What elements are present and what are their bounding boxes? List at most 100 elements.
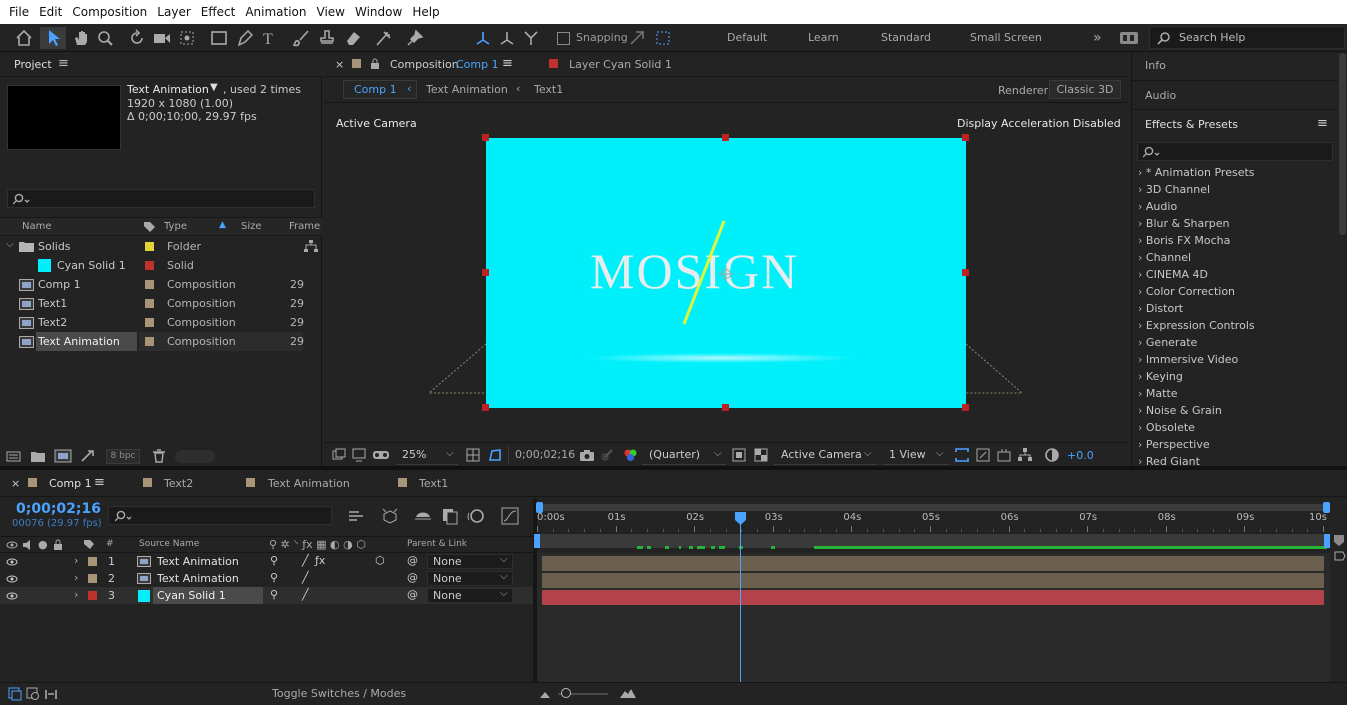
layer-source-name[interactable]: Text Animation <box>157 555 239 568</box>
effect-category-item[interactable]: › Immersive Video <box>1138 351 1238 368</box>
current-time-indicator[interactable] <box>735 512 746 526</box>
rotate-tool-icon[interactable] <box>128 29 146 47</box>
anchor-point-icon[interactable] <box>718 266 734 282</box>
brush-tool-icon[interactable] <box>292 29 310 47</box>
mask-visibility-icon[interactable] <box>488 448 502 462</box>
effect-category-item[interactable]: › Expression Controls <box>1138 317 1255 334</box>
effect-category-item[interactable]: › Color Correction <box>1138 283 1235 300</box>
eraser-tool-icon[interactable] <box>344 29 362 47</box>
expand-arrow-icon[interactable]: ⌵ <box>6 239 14 250</box>
show-snapshot-icon[interactable] <box>601 448 615 462</box>
menu-edit[interactable]: Edit <box>34 0 67 24</box>
label-tag-icon[interactable] <box>143 221 156 233</box>
adjust-project-settings-icon[interactable] <box>80 449 96 463</box>
handle-top-right[interactable] <box>962 134 969 141</box>
always-preview-icon[interactable] <box>332 448 346 462</box>
column-type[interactable]: Type <box>164 221 187 232</box>
resolution-dropdown[interactable]: (Quarter) ⌵ <box>642 446 726 465</box>
comp-flowchart-icon[interactable] <box>997 448 1011 462</box>
expand-arrow-icon[interactable]: › <box>1138 234 1146 247</box>
interpret-footage-icon[interactable] <box>6 450 22 463</box>
effect-category-item[interactable]: › Red Giant <box>1138 453 1200 470</box>
effect-category-item[interactable]: › Distort <box>1138 300 1183 317</box>
layer-row-3[interactable]: › 3 Cyan Solid 1 ⚲ ╱ @ None ⌵ <box>0 587 533 604</box>
label-color-swatch[interactable] <box>145 299 154 308</box>
column-size[interactable]: Size <box>241 221 262 232</box>
view-axis-mode-icon[interactable] <box>522 29 540 47</box>
solo-icon[interactable]: ● <box>38 538 48 551</box>
world-axis-mode-icon[interactable] <box>498 29 516 47</box>
effect-category-item[interactable]: › Perspective <box>1138 436 1210 453</box>
zoom-out-mountain-icon[interactable] <box>540 689 550 699</box>
panel-menu-icon[interactable]: ≡ <box>58 56 69 71</box>
parent-dropdown[interactable]: None ⌵ <box>427 554 513 569</box>
snapshot-camera-icon[interactable] <box>579 448 595 462</box>
parent-dropdown[interactable]: None ⌵ <box>427 588 513 603</box>
shy-switch-icon[interactable]: ⚲ <box>270 571 278 584</box>
flowchart-icon[interactable] <box>304 240 318 253</box>
project-tab[interactable]: Project <box>14 58 52 71</box>
comp-marker-bin-icon[interactable] <box>1332 534 1347 562</box>
expand-arrow-icon[interactable]: › <box>1138 353 1146 366</box>
comp-mini-flowchart-icon[interactable] <box>347 508 365 524</box>
layer-bar-1[interactable] <box>542 556 1324 571</box>
effects-search-field[interactable] <box>1137 142 1333 161</box>
toggle-switches-modes-button[interactable]: Toggle Switches / Modes <box>272 687 406 700</box>
monitor-icon[interactable] <box>352 448 366 462</box>
flowchart-icon[interactable] <box>1018 448 1032 462</box>
timeline-tab-text1[interactable]: Text1 <box>419 477 448 490</box>
view-camera-dropdown[interactable]: Active Camera ⌵ <box>774 446 877 465</box>
expand-arrow-icon[interactable]: › <box>74 554 78 567</box>
color-channels-icon[interactable] <box>623 448 637 462</box>
search-help-field[interactable]: Search Help <box>1149 26 1345 49</box>
pen-tool-icon[interactable] <box>236 29 254 47</box>
panel-menu-icon[interactable]: ≡ <box>1317 116 1328 131</box>
snap-features-icon[interactable] <box>654 29 672 47</box>
timeline-search-field[interactable] <box>108 506 332 525</box>
expand-arrow-icon[interactable]: › <box>1138 387 1146 400</box>
handle-top-left[interactable] <box>482 134 489 141</box>
new-composition-icon[interactable] <box>54 449 72 463</box>
lock-icon[interactable] <box>53 539 63 551</box>
menu-composition[interactable]: Composition <box>67 0 152 24</box>
info-tab[interactable]: Info <box>1145 59 1166 72</box>
menu-layer[interactable]: Layer <box>152 0 195 24</box>
expand-arrow-icon[interactable]: › <box>1138 268 1146 281</box>
rectangle-tool-icon[interactable] <box>210 29 228 47</box>
label-color-swatch[interactable] <box>145 261 154 270</box>
menu-window[interactable]: Window <box>350 0 407 24</box>
pickwhip-icon[interactable]: @ <box>407 571 418 584</box>
project-item-text2[interactable]: Text2 Composition 29 <box>0 313 322 332</box>
roto-brush-tool-icon[interactable] <box>374 29 394 47</box>
handle-bottom-mid[interactable] <box>722 404 729 411</box>
panel-menu-icon[interactable]: ≡ <box>94 475 105 490</box>
effects-presets-tab[interactable]: Effects & Presets <box>1145 118 1238 131</box>
new-folder-icon[interactable] <box>30 450 46 463</box>
eye-icon[interactable] <box>6 540 18 550</box>
expand-arrow-icon[interactable]: › <box>1138 404 1146 417</box>
expand-arrow-icon[interactable]: › <box>1138 251 1146 264</box>
audio-panel-header[interactable]: Audio <box>1132 82 1338 110</box>
project-item-solids[interactable]: ⌵ Solids Folder <box>0 237 322 256</box>
sync-settings-icon[interactable] <box>1119 31 1139 45</box>
label-color-swatch[interactable] <box>88 557 97 566</box>
exposure-value[interactable]: +0.0 <box>1067 449 1094 462</box>
effect-category-item[interactable]: › Noise & Grain <box>1138 402 1222 419</box>
audio-speaker-icon[interactable] <box>22 539 34 551</box>
label-color-swatch[interactable] <box>145 337 154 346</box>
expand-arrow-icon[interactable]: › <box>1138 455 1146 468</box>
work-area-bar[interactable] <box>537 504 1330 511</box>
menu-animation[interactable]: Animation <box>240 0 311 24</box>
expand-arrow-icon[interactable]: › <box>1138 285 1146 298</box>
effect-category-item[interactable]: › 3D Channel <box>1138 181 1210 198</box>
shy-switch-icon[interactable]: ⚲ <box>270 588 278 601</box>
effect-category-item[interactable]: › * Animation Presets <box>1138 164 1255 181</box>
project-item-text-animation[interactable]: Text Animation Composition 29 <box>0 332 322 351</box>
timeline-graph-area[interactable]: 0:00s 01s 02s 03s 04s 05s 06s 07s 08s 09s 10s <box>534 498 1347 682</box>
parent-dropdown[interactable]: None ⌵ <box>427 571 513 586</box>
motion-blur-icon[interactable] <box>467 507 485 525</box>
expand-arrow-icon[interactable]: › <box>1138 319 1146 332</box>
label-color-swatch[interactable] <box>88 574 97 583</box>
effect-category-item[interactable]: › CINEMA 4D <box>1138 266 1208 283</box>
time-ruler[interactable]: 0:00s 01s 02s 03s 04s 05s 06s 07s 08s 09s 10s <box>537 512 1330 534</box>
